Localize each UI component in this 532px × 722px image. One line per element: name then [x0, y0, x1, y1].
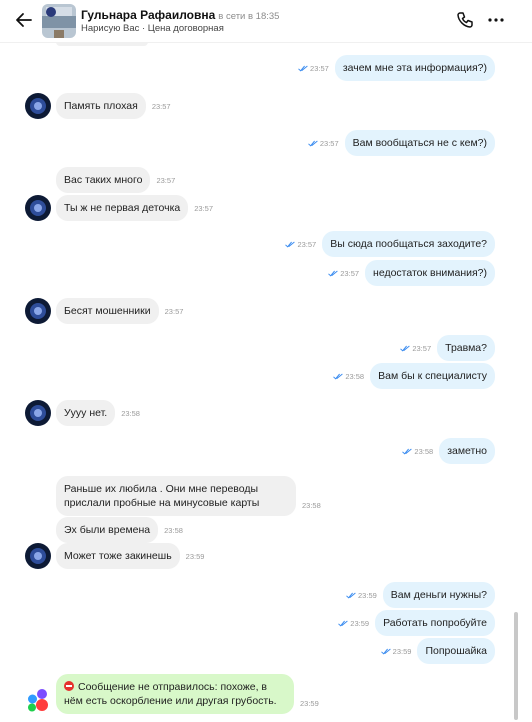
- message-bubble[interactable]: недостаток внимания?): [365, 260, 495, 286]
- contact-avatar[interactable]: [42, 4, 76, 38]
- message-time: 23:58: [164, 525, 183, 535]
- outgoing-message[interactable]: 23:57 Травма?: [400, 335, 495, 361]
- chat-header: Гульнара Рафаиловна в сети в 18:35 Нарису…: [0, 0, 532, 43]
- double-check-icon: [328, 270, 338, 277]
- message-time: 23:57: [151, 101, 171, 111]
- message-time: 23:58: [402, 447, 433, 456]
- outgoing-message[interactable]: 23:59 Работать попробуйте: [338, 610, 495, 636]
- message-bubble[interactable]: Вам вообщаться не с кем?): [344, 130, 495, 156]
- incoming-message[interactable]: Память плохая 23:57: [56, 93, 171, 119]
- message-time: 23:59: [380, 646, 412, 656]
- message-bubble[interactable]: Уууу нет.: [56, 400, 116, 426]
- message-time-text: 23:57: [340, 268, 360, 278]
- warning-bubble[interactable]: Сообщение не отправилось: похоже, в нём …: [56, 674, 294, 714]
- message-bubble[interactable]: Работать попробуйте: [375, 610, 495, 636]
- message-time: 23:58: [121, 408, 140, 418]
- contact-subtitle: Нарисую Вас · Цена договорная: [81, 23, 224, 34]
- double-check-icon: [346, 592, 356, 599]
- double-check-icon: [298, 65, 308, 72]
- online-status: в сети в 18:35: [218, 11, 280, 22]
- app-logo-icon: [28, 689, 48, 712]
- phone-icon[interactable]: [455, 10, 475, 30]
- outgoing-message[interactable]: 23:59 Вам деньги нужны?: [346, 582, 495, 608]
- message-bubble[interactable]: Попрошайка: [417, 638, 495, 664]
- incoming-message[interactable]: Уууу нет. 23:58: [56, 400, 140, 426]
- message-time: 23:57: [285, 240, 316, 249]
- scrollbar[interactable]: [514, 612, 518, 720]
- more-dots-icon[interactable]: [486, 10, 506, 30]
- message-time: 23:57: [164, 306, 184, 316]
- message-time-text: 23:57: [319, 138, 339, 148]
- message-time: 23:58: [302, 501, 321, 510]
- message-time-text: 23:59: [358, 590, 377, 600]
- message-bubble[interactable]: зачем мне эта информация?): [334, 55, 495, 81]
- incoming-message[interactable]: Бесят мошенники 23:57: [56, 298, 183, 324]
- double-check-icon: [402, 448, 413, 455]
- message-time: 23:57: [308, 139, 339, 148]
- message-time-text: 23:59: [350, 618, 370, 628]
- outgoing-message[interactable]: 23:57 Вам вообщаться не с кем?): [308, 130, 495, 156]
- message-time: 23:57: [298, 64, 329, 73]
- message-bubble[interactable]: Вас таких много: [56, 167, 151, 193]
- message-time: 23:57: [194, 203, 214, 213]
- sender-avatar[interactable]: [25, 298, 51, 324]
- outgoing-message[interactable]: 23:58 заметно: [402, 438, 495, 464]
- double-check-icon: [338, 620, 349, 627]
- sender-avatar[interactable]: [25, 400, 51, 426]
- message-time-text: 23:57: [297, 239, 317, 249]
- incoming-message[interactable]: Эх были времена 23:58: [56, 517, 183, 543]
- message-time-text: 23:58: [414, 446, 434, 456]
- message-bubble[interactable]: Может тоже закинешь: [56, 543, 180, 569]
- double-check-icon: [285, 241, 296, 248]
- contact-name[interactable]: Гульнара Рафаиловна в сети в 18:35: [81, 8, 279, 22]
- system-warning-message[interactable]: Сообщение не отправилось: похоже, в нём …: [56, 674, 319, 714]
- message-time-text: 23:59: [392, 646, 412, 656]
- contact-name-text: Гульнара Рафаиловна: [81, 8, 216, 22]
- outgoing-message[interactable]: 23:57 зачем мне эта информация?): [298, 55, 495, 81]
- message-bubble[interactable]: Вам бы к специалисту: [370, 363, 495, 389]
- sender-avatar[interactable]: [25, 195, 51, 221]
- message-time: 23:59: [338, 619, 369, 628]
- warning-text: Сообщение не отправилось: похоже, в нём …: [64, 681, 277, 707]
- incoming-message[interactable]: Ты ж не первая деточка 23:57: [56, 195, 213, 221]
- outgoing-message[interactable]: 23:57 недостаток внимания?): [328, 260, 495, 286]
- message-time: 23:57: [156, 175, 176, 185]
- message-bubble[interactable]: Эх были времена: [56, 517, 159, 543]
- message-bubble[interactable]: Раньше их любила . Они мне переводы прис…: [56, 476, 296, 516]
- message-bubble[interactable]: Вам деньги нужны?: [382, 582, 495, 608]
- double-check-icon: [308, 140, 318, 147]
- incoming-message[interactable]: Вас таких много 23:57: [56, 167, 175, 193]
- message-time: 23:57: [400, 344, 431, 353]
- no-entry-icon: [64, 681, 74, 691]
- message-time-text: 23:57: [310, 63, 329, 73]
- arrow-left-icon[interactable]: [14, 10, 34, 30]
- message-bubble[interactable]: Ты ж не первая деточка: [56, 195, 189, 221]
- message-bubble[interactable]: Вы сюда пообщаться заходите?: [322, 231, 495, 257]
- double-check-icon: [380, 648, 391, 655]
- message-bubble[interactable]: Память плохая: [56, 93, 146, 119]
- message-bubble[interactable]: Бесят мошенники: [56, 298, 159, 324]
- double-check-icon: [333, 373, 344, 380]
- message-time: 23:59: [346, 591, 377, 600]
- outgoing-message[interactable]: 23:58 Вам бы к специалисту: [333, 363, 495, 389]
- outgoing-message[interactable]: 23:57 Вы сюда пообщаться заходите?: [285, 231, 495, 257]
- message-time-text: 23:58: [345, 371, 365, 381]
- message-list[interactable]: 23:57 зачем мне эта информация?) Память …: [0, 42, 512, 722]
- message-time: 23:58: [333, 372, 364, 381]
- double-check-icon: [400, 345, 411, 352]
- sender-avatar[interactable]: [25, 543, 51, 569]
- message-time-text: 23:57: [412, 343, 432, 353]
- outgoing-message[interactable]: 23:59 Попрошайка: [380, 638, 495, 664]
- message-time: 23:59: [185, 551, 205, 561]
- message-bubble[interactable]: Травма?: [437, 335, 495, 361]
- message-bubble[interactable]: заметно: [439, 438, 495, 464]
- incoming-message[interactable]: Раньше их любила . Они мне переводы прис…: [56, 476, 321, 516]
- message-time: 23:57: [328, 269, 359, 278]
- sender-avatar[interactable]: [25, 93, 51, 119]
- message-time: 23:59: [300, 699, 319, 708]
- incoming-message[interactable]: Может тоже закинешь 23:59: [56, 543, 204, 569]
